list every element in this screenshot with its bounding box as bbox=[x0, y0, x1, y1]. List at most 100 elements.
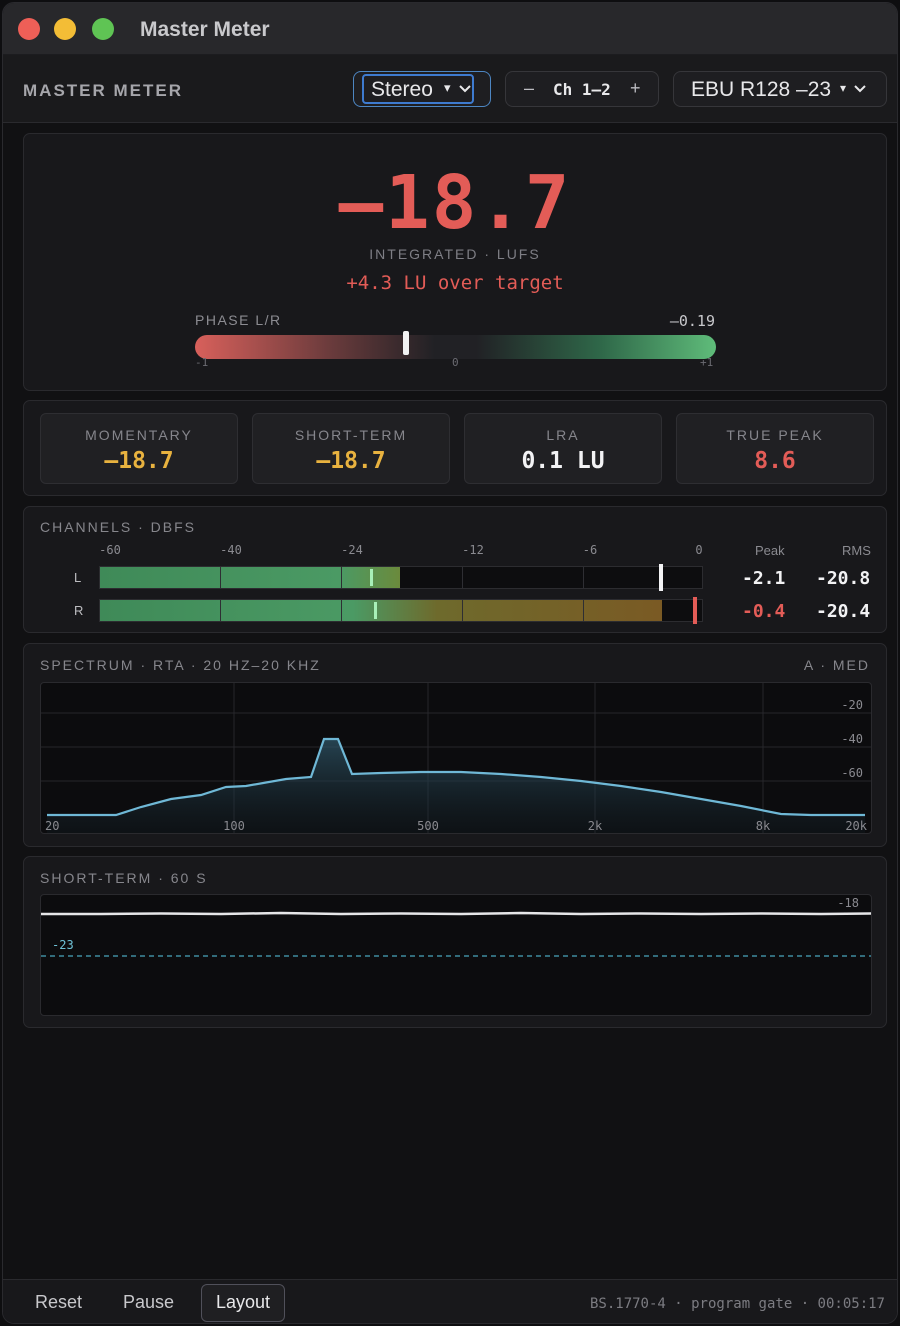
channel-decrement-button[interactable]: – bbox=[524, 78, 534, 99]
meter-right-peak-hold bbox=[693, 597, 697, 624]
stat-label: SHORT-TERM bbox=[294, 427, 408, 443]
spectrum-panel: SPECTRUM · RTA · 20 HZ–20 KHZ A · MED -2… bbox=[23, 643, 887, 847]
reset-button[interactable]: Reset bbox=[35, 1292, 82, 1313]
phase-needle bbox=[403, 331, 409, 355]
layout-button[interactable]: Layout bbox=[201, 1284, 285, 1322]
integrated-label: INTEGRATED · LUFS bbox=[369, 246, 541, 262]
meter-grid-line bbox=[462, 567, 463, 588]
scale-tick: -40 bbox=[220, 543, 242, 557]
meter-right bbox=[99, 597, 703, 624]
stat-label: LRA bbox=[546, 427, 580, 443]
y-tick: -60 bbox=[841, 766, 863, 780]
zoom-window-button[interactable] bbox=[92, 18, 114, 40]
integrated-loudness-panel: –18.7 INTEGRATED · LUFS +4.3 LU over tar… bbox=[23, 133, 887, 391]
caret-down-icon: ▾ bbox=[840, 81, 847, 95]
channel-label: Ch 1–2 bbox=[553, 80, 611, 99]
short-term-graph: -18 -23 bbox=[41, 896, 872, 957]
stat-lra: LRA 0.1 LU bbox=[464, 413, 662, 484]
pause-button[interactable]: Pause bbox=[123, 1292, 174, 1313]
meter-right-rms-marker bbox=[374, 602, 377, 619]
integrated-value: –18.7 bbox=[338, 160, 572, 246]
channels-title: CHANNELS · DBFS bbox=[40, 519, 197, 535]
caret-down-icon: ▾ bbox=[444, 80, 451, 95]
stat-short-term: SHORT-TERM –18.7 bbox=[252, 413, 450, 484]
meter-grid-line bbox=[341, 567, 342, 588]
chevron-down-icon bbox=[459, 85, 471, 93]
scale-tick: -24 bbox=[341, 543, 363, 557]
x-tick: 500 bbox=[417, 819, 439, 833]
phase-value: –0.19 bbox=[669, 312, 715, 330]
target-label: -23 bbox=[52, 938, 74, 952]
minimize-window-button[interactable] bbox=[54, 18, 76, 40]
mode-select-value: Stereo bbox=[371, 78, 433, 101]
channel-left-peak: -2.1 bbox=[742, 568, 786, 589]
x-tick: 2k bbox=[588, 819, 603, 833]
channel-left-rms: -20.8 bbox=[816, 568, 871, 589]
short-term-panel: SHORT-TERM · 60 S -18 -23 bbox=[23, 856, 887, 1028]
spectrum-title: SPECTRUM · RTA · 20 HZ–20 KHZ bbox=[40, 657, 321, 673]
meter-left bbox=[99, 564, 703, 591]
y-tick: -20 bbox=[841, 698, 863, 712]
meter-grid-line bbox=[583, 600, 584, 621]
stat-value: 0.1 LU bbox=[521, 448, 605, 474]
phase-min-label: -1 bbox=[195, 356, 209, 369]
toolbar: MASTER METER Stereo ▾ – Ch 1–2 + EBU R12… bbox=[3, 55, 897, 123]
spectrum-mode[interactable]: A · MED bbox=[804, 657, 870, 673]
close-window-button[interactable] bbox=[18, 18, 40, 40]
channel-stepper[interactable]: – Ch 1–2 + bbox=[505, 71, 659, 107]
x-tick: 20 bbox=[45, 819, 59, 833]
title-bar: Master Meter bbox=[3, 3, 897, 55]
scale-tick: -60 bbox=[99, 543, 121, 557]
app-window: Master Meter MASTER METER Stereo ▾ – Ch … bbox=[2, 2, 898, 1324]
meter-grid-line bbox=[341, 600, 342, 621]
stat-label: MOMENTARY bbox=[85, 427, 193, 443]
peak-header: Peak bbox=[755, 543, 785, 558]
meter-left-fill bbox=[100, 567, 400, 588]
meter-grid-line bbox=[583, 567, 584, 588]
stat-momentary: MOMENTARY –18.7 bbox=[40, 413, 238, 484]
footer-bar: Reset Pause Layout BS.1770-4 · program g… bbox=[3, 1279, 897, 1323]
chevron-down-icon bbox=[854, 85, 866, 93]
meter-grid-line bbox=[220, 600, 221, 621]
meter-grid-line bbox=[462, 600, 463, 621]
meter-left-rms-marker bbox=[370, 569, 373, 586]
phase-max-label: +1 bbox=[700, 356, 714, 369]
scale-tick: -6 bbox=[582, 543, 598, 557]
short-term-line bbox=[41, 911, 872, 916]
channel-right-rms: -20.4 bbox=[816, 601, 871, 622]
spectrum-area bbox=[47, 739, 865, 833]
channel-right-label: R bbox=[74, 603, 84, 618]
stat-value: –18.7 bbox=[104, 448, 174, 474]
app-label: MASTER METER bbox=[23, 81, 183, 100]
stats-panel: MOMENTARY –18.7 SHORT-TERM –18.7 LRA 0.1… bbox=[23, 400, 887, 496]
stat-value: 8.6 bbox=[754, 448, 796, 474]
meter-left-peak-hold bbox=[659, 564, 663, 591]
stat-true-peak: TRUE PEAK 8.6 bbox=[676, 413, 874, 484]
scale-tick: 0 bbox=[695, 543, 703, 557]
channel-increment-button[interactable]: + bbox=[630, 78, 641, 99]
meter-right-fill bbox=[100, 600, 662, 621]
phase-mid-label: 0 bbox=[452, 356, 459, 369]
meter-grid-line bbox=[220, 567, 221, 588]
short-term-plot: -18 -23 bbox=[40, 894, 872, 1016]
scale-tick: -12 bbox=[462, 543, 484, 557]
channel-right-peak: -0.4 bbox=[742, 601, 786, 622]
x-tick: 8k bbox=[756, 819, 771, 833]
stat-value: –18.7 bbox=[316, 448, 386, 474]
spectrum-graph: -20 -40 -60 20 100 500 2k 8k 20k bbox=[41, 683, 871, 833]
status-text: BS.1770-4 · program gate · 00:05:17 bbox=[589, 1296, 885, 1312]
short-term-top-label: -18 bbox=[837, 896, 859, 910]
y-tick: -40 bbox=[841, 732, 863, 746]
stat-label: TRUE PEAK bbox=[726, 427, 824, 443]
x-tick: 100 bbox=[223, 819, 245, 833]
short-term-title: SHORT-TERM · 60 S bbox=[40, 870, 208, 886]
mode-select[interactable]: Stereo ▾ bbox=[353, 71, 491, 107]
phase-label: PHASE L/R bbox=[195, 312, 282, 328]
standard-select[interactable]: EBU R128 –23 ▾ bbox=[673, 71, 887, 107]
standard-select-value: EBU R128 –23 bbox=[691, 78, 832, 101]
spectrum-plot: -20 -40 -60 20 100 500 2k 8k 20k bbox=[40, 682, 872, 834]
rms-header: RMS bbox=[842, 543, 871, 558]
channels-panel: CHANNELS · DBFS -60 -40 -24 -12 -6 0 Pea… bbox=[23, 506, 887, 633]
channel-left-label: L bbox=[74, 570, 82, 585]
over-target-text: +4.3 LU over target bbox=[346, 272, 564, 294]
